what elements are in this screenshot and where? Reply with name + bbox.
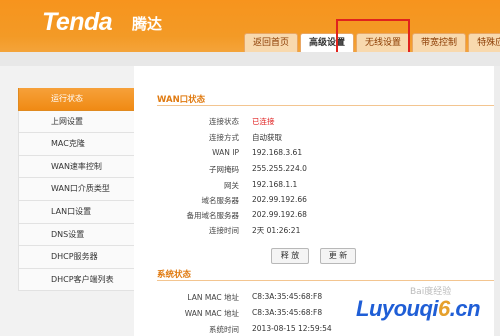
sidebar-item-lan[interactable]: LAN口设置 xyxy=(18,200,134,224)
renew-button[interactable]: 更 新 xyxy=(320,248,356,264)
sidebar-item-internet[interactable]: 上网设置 xyxy=(18,110,134,134)
wan-label-uptime: 连接时间 xyxy=(209,226,239,235)
system-title-divider xyxy=(157,280,500,281)
watermark-part-c: .cn xyxy=(449,296,481,321)
wan-label-gateway: 网关 xyxy=(224,181,239,190)
release-button[interactable]: 释 放 xyxy=(271,248,309,264)
watermark-part-b: 6 xyxy=(438,296,450,321)
sidebar-item-status[interactable]: 运行状态 xyxy=(18,88,134,111)
sidebar-item-mac-clone[interactable]: MAC克隆 xyxy=(18,133,134,156)
scrollbar[interactable] xyxy=(494,66,500,336)
wan-label-subnet: 子网掩码 xyxy=(209,165,239,174)
sys-value-wan-mac: C8:3A:35:45:68:F8 xyxy=(252,308,323,317)
wan-label-connection-type: 连接方式 xyxy=(209,133,239,142)
wan-label-alt-dns: 备用域名服务器 xyxy=(186,211,240,220)
subheader-band xyxy=(0,52,500,66)
sidebar-item-wan-rate[interactable]: WAN速率控制 xyxy=(18,155,134,179)
wan-label-connection-status: 连接状态 xyxy=(209,117,239,126)
sidebar-item-wan-medium[interactable]: WAN口介质类型 xyxy=(18,178,134,201)
sys-value-time: 2013-08-15 12:59:54 xyxy=(252,324,332,333)
sys-value-lan-mac: C8:3A:35:45:68:F8 xyxy=(252,292,323,301)
wan-value-gateway: 192.168.1.1 xyxy=(252,180,298,189)
sidebar-item-dns[interactable]: DNS设置 xyxy=(18,223,134,247)
header-bar: Tenda 腾达 返回首页 高级设置 无线设置 带宽控制 特殊应用 xyxy=(0,0,500,52)
sys-label-wan-mac: WAN MAC 地址 xyxy=(184,309,239,318)
wan-value-connection-status: 已连接 xyxy=(252,117,275,126)
wan-value-dns: 202.99.192.66 xyxy=(252,195,307,204)
sys-label-lan-mac: LAN MAC 地址 xyxy=(187,293,239,302)
wan-value-uptime: 2天 01:26:21 xyxy=(252,226,301,235)
wan-value-alt-dns: 202.99.192.68 xyxy=(252,210,307,219)
wan-value-ip: 192.168.3.61 xyxy=(252,148,303,157)
sidebar: 运行状态 上网设置 MAC克隆 WAN速率控制 WAN口介质类型 LAN口设置 … xyxy=(18,88,134,292)
system-status-title: 系统状态 xyxy=(157,270,192,280)
sys-label-time: 系统时间 xyxy=(209,325,239,334)
wan-label-ip: WAN IP xyxy=(212,148,239,157)
watermark-part-a: Luyouqi xyxy=(356,296,439,321)
tenda-logo-cn: 腾达 xyxy=(132,15,163,33)
tab-special[interactable]: 特殊应用 xyxy=(468,33,500,52)
tab-bandwidth[interactable]: 带宽控制 xyxy=(412,33,467,52)
tab-home[interactable]: 返回首页 xyxy=(244,33,299,52)
sidebar-item-dhcp-clients[interactable]: DHCP客户端列表 xyxy=(18,268,134,292)
wan-label-dns: 域名服务器 xyxy=(201,196,240,205)
site-watermark: Luyouqi6.cn xyxy=(356,296,481,322)
wan-value-subnet: 255.255.224.0 xyxy=(252,164,307,173)
sidebar-item-dhcp-server[interactable]: DHCP服务器 xyxy=(18,246,134,269)
wan-status-title: WAN口状态 xyxy=(157,95,206,105)
wan-value-connection-type: 自动获取 xyxy=(252,133,282,142)
tenda-logo: Tenda xyxy=(42,8,113,36)
wan-title-divider xyxy=(157,105,500,106)
